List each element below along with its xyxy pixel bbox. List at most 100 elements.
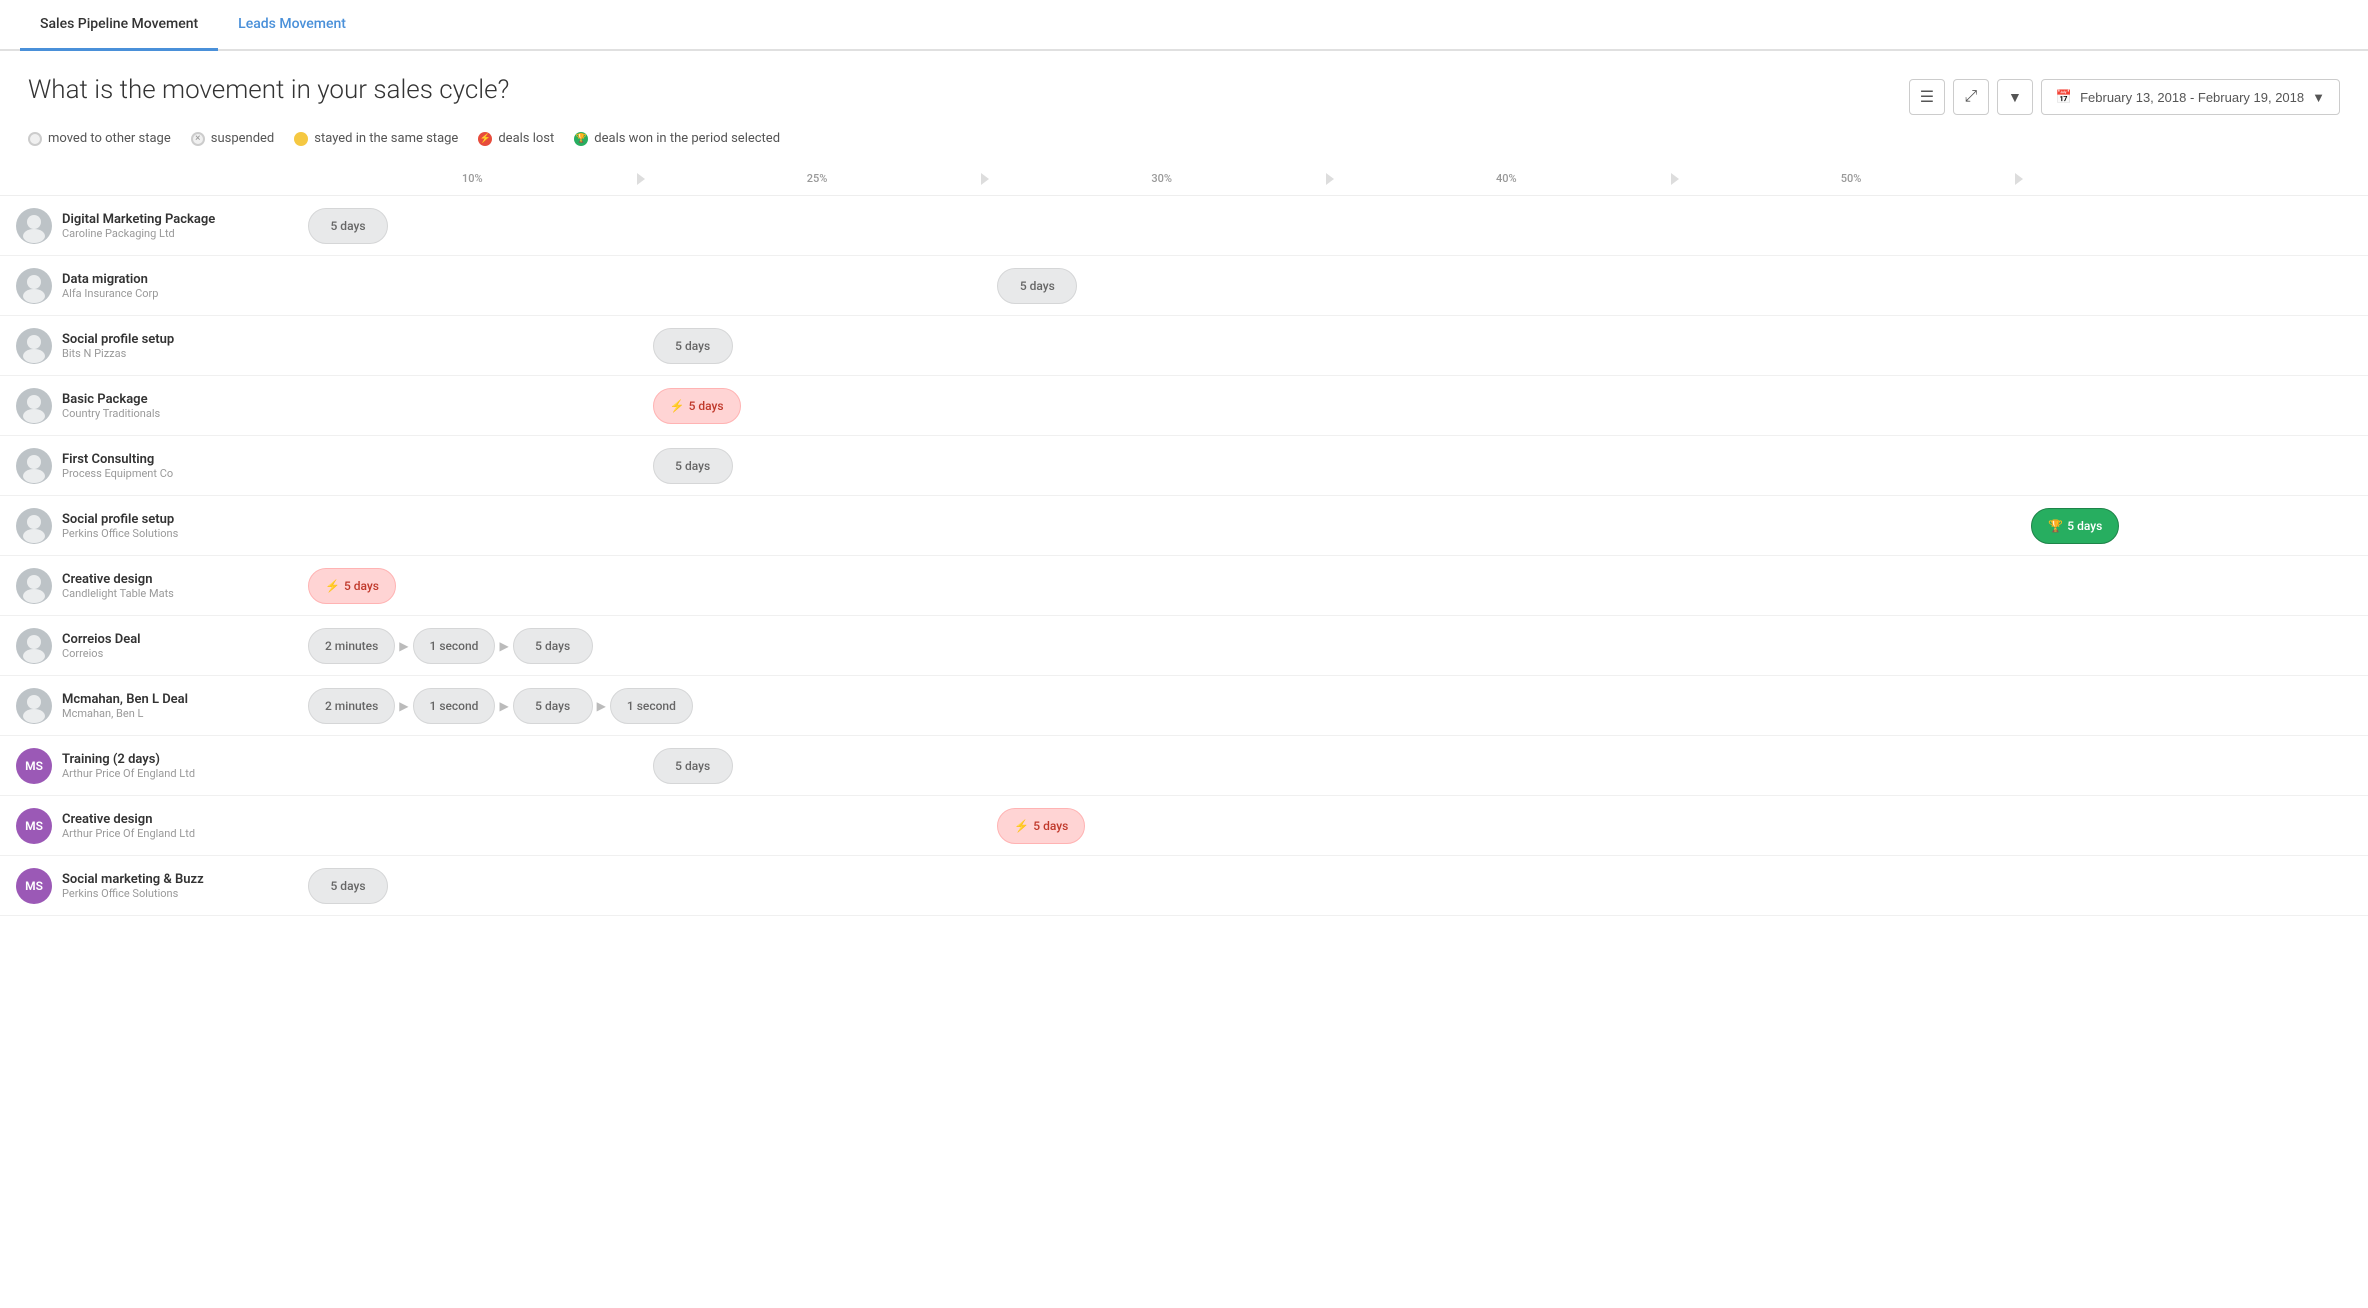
bar-icon: ⚡ (1014, 819, 1029, 833)
tab-leads-movement[interactable]: Leads Movement (218, 0, 366, 51)
deal-bar: 5 days (308, 208, 388, 244)
deal-info: Social profile setup Perkins Office Solu… (0, 498, 300, 554)
legend-suspended: × suspended (191, 131, 275, 146)
arrow-icon: ▶ (399, 639, 408, 653)
timeline-cell: 5 days (645, 744, 990, 788)
date-range-label: February 13, 2018 - February 19, 2018 (2080, 90, 2304, 105)
deal-bar: 5 days (653, 328, 733, 364)
deal-bar: 2 minutes (308, 628, 395, 664)
multi-bar: 2 minutes ▶ 1 second ▶ 5 days (300, 624, 2368, 668)
stage-header-40: 40% (1334, 162, 1679, 195)
chevron-icon: ▼ (2312, 90, 2325, 105)
avatar (16, 208, 52, 244)
deal-bar: 5 days (513, 628, 593, 664)
deal-info: Basic Package Country Traditionals (0, 378, 300, 434)
avatar (16, 448, 52, 484)
deal-text: First Consulting Process Equipment Co (62, 452, 173, 480)
deal-info: Data migration Alfa Insurance Corp (0, 258, 300, 314)
deal-bar: 5 days (653, 748, 733, 784)
legend-moved: moved to other stage (28, 131, 171, 146)
filter-icon: ▼ (2008, 89, 2022, 105)
timeline-cell: ⚡ 5 days (989, 804, 1334, 848)
stage-header-10: 10% (300, 162, 645, 195)
stage-header-30: 30% (989, 162, 1334, 195)
legend-lost-label: deals lost (498, 131, 554, 146)
table-row: First Consulting Process Equipment Co 5 … (0, 436, 2368, 496)
avatar (16, 688, 52, 724)
deal-info: Social profile setup Bits N Pizzas (0, 318, 300, 374)
table-row: Correios Deal Correios 2 minutes ▶ 1 sec… (0, 616, 2368, 676)
arrow-icon: ▶ (499, 699, 508, 713)
stage-header-25: 25% (645, 162, 990, 195)
timeline-cell: 🏆 5 days (2023, 504, 2368, 548)
filter-button[interactable]: ▼ (1997, 79, 2033, 115)
timeline-cell: 5 days (300, 864, 645, 908)
legend-won-icon: 🏆 (574, 132, 588, 146)
deal-text: Social profile setup Bits N Pizzas (62, 332, 174, 360)
deal-info: Digital Marketing Package Caroline Packa… (0, 198, 300, 254)
deal-bar: 🏆 5 days (2031, 508, 2119, 544)
arrow-icon: ▶ (597, 699, 606, 713)
deal-bar: 5 days (653, 448, 733, 484)
deal-info: First Consulting Process Equipment Co (0, 438, 300, 494)
deal-bar: ⚡ 5 days (653, 388, 741, 424)
toolbar: ☰ ⤢ ▼ 📅 February 13, 2018 - February 19,… (1909, 79, 2340, 115)
avatar (16, 508, 52, 544)
deal-bar: 5 days (997, 268, 1077, 304)
timeline-cell: ⚡ 5 days (645, 384, 990, 428)
avatar (16, 328, 52, 364)
deal-info: Mcmahan, Ben L Deal Mcmahan, Ben L (0, 678, 300, 734)
deal-text: Social profile setup Perkins Office Solu… (62, 512, 178, 540)
table-row: MS Creative design Arthur Price Of Engla… (0, 796, 2368, 856)
deal-text: Creative design Arthur Price Of England … (62, 812, 195, 840)
timeline-cell: ⚡ 5 days (300, 564, 645, 608)
timeline-cell: 5 days (989, 264, 1334, 308)
deal-info: MS Social marketing & Buzz Perkins Offic… (0, 858, 300, 914)
deal-text: Digital Marketing Package Caroline Packa… (62, 212, 215, 240)
tab-sales-pipeline[interactable]: Sales Pipeline Movement (20, 0, 218, 51)
deal-info: MS Training (2 days) Arthur Price Of Eng… (0, 738, 300, 794)
page-title: What is the movement in your sales cycle… (28, 75, 509, 105)
tabs-bar: Sales Pipeline Movement Leads Movement (0, 0, 2368, 51)
avatar (16, 628, 52, 664)
timeline-cell-1: 5 days (300, 204, 645, 248)
deal-text: Creative design Candlelight Table Mats (62, 572, 174, 600)
table-row: Digital Marketing Package Caroline Packa… (0, 196, 2368, 256)
deal-bar: 5 days (308, 868, 388, 904)
avatar (16, 568, 52, 604)
expand-button[interactable]: ⤢ (1953, 79, 1989, 115)
deal-bar: 5 days (513, 688, 593, 724)
deal-bar: 1 second (610, 688, 693, 724)
date-range-button[interactable]: 📅 February 13, 2018 - February 19, 2018 … (2041, 79, 2340, 115)
legend-lost: ⚡ deals lost (478, 131, 554, 146)
legend-suspended-icon: × (191, 132, 205, 146)
legend: moved to other stage × suspended stayed … (0, 131, 2368, 162)
app-container: Sales Pipeline Movement Leads Movement W… (0, 0, 2368, 1308)
table-row: Mcmahan, Ben L Deal Mcmahan, Ben L 2 min… (0, 676, 2368, 736)
deal-bar: ⚡ 5 days (308, 568, 396, 604)
avatar: MS (16, 748, 52, 784)
arrow-icon: ▶ (399, 699, 408, 713)
bar-icon: 🏆 (2048, 519, 2063, 533)
menu-button[interactable]: ☰ (1909, 79, 1945, 115)
table-row: Social profile setup Perkins Office Solu… (0, 496, 2368, 556)
bar-icon: ⚡ (325, 579, 340, 593)
deal-info: MS Creative design Arthur Price Of Engla… (0, 798, 300, 854)
stage-header-extra (2023, 162, 2368, 195)
stage-header-50: 50% (1679, 162, 2024, 195)
arrow-icon: ▶ (499, 639, 508, 653)
deal-text: Basic Package Country Traditionals (62, 392, 160, 420)
multi-bar: 2 minutes ▶ 1 second ▶ 5 days ▶ 1 second (300, 684, 2368, 728)
deal-text: Social marketing & Buzz Perkins Office S… (62, 872, 204, 900)
timeline-cell: 5 days (645, 324, 990, 368)
stage-header-row: 10% 25% 30% 40% 50% (0, 162, 2368, 196)
table-row: Basic Package Country Traditionals ⚡ 5 d… (0, 376, 2368, 436)
legend-stayed-icon (294, 132, 308, 146)
deal-bar: 1 second (413, 628, 496, 664)
stage-label-empty (0, 162, 300, 195)
header-section: What is the movement in your sales cycle… (0, 51, 2368, 131)
table-row: MS Training (2 days) Arthur Price Of Eng… (0, 736, 2368, 796)
legend-won-label: deals won in the period selected (594, 131, 780, 146)
table-row: MS Social marketing & Buzz Perkins Offic… (0, 856, 2368, 916)
menu-icon: ☰ (1920, 87, 1934, 107)
